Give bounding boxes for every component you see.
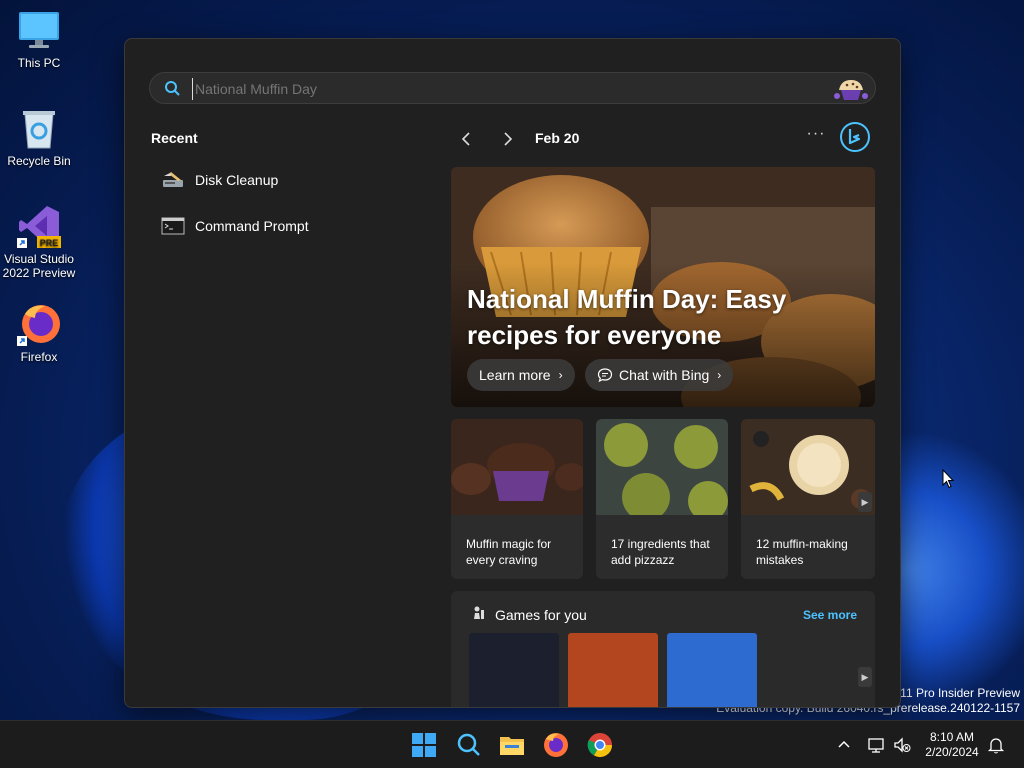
search-icon: [164, 80, 180, 96]
news-card[interactable]: 12 muffin-making mistakes: [741, 419, 875, 579]
see-more-link[interactable]: See more: [803, 608, 857, 622]
search-icon: [457, 733, 480, 756]
game-tile[interactable]: [667, 633, 757, 707]
previous-day-button[interactable]: [455, 127, 479, 151]
desktop-icon-visual-studio[interactable]: PRE Visual Studio 2022 Preview: [0, 204, 78, 280]
file-explorer-button[interactable]: [498, 731, 526, 759]
folder-icon: [500, 737, 524, 755]
search-taskbar-button[interactable]: [454, 731, 482, 759]
pistachio-muffins-image: [596, 419, 728, 521]
recent-item-label: Command Prompt: [195, 218, 309, 234]
recent-heading: Recent: [151, 130, 198, 146]
desktop-icon-label: Visual Studio 2022 Preview: [2, 252, 76, 280]
recycle-bin-icon: [17, 106, 61, 150]
taskbar: 8:10 AM 2/20/2024: [0, 720, 1024, 768]
desktop-icon-recycle-bin[interactable]: Recycle Bin: [0, 106, 78, 168]
chat-with-bing-button[interactable]: Chat with Bing ›: [585, 359, 734, 391]
news-card-text: 17 ingredients that add pizzazz: [611, 537, 710, 567]
bing-chat-button[interactable]: [839, 121, 871, 153]
game-tile[interactable]: [469, 633, 559, 707]
start-button[interactable]: [410, 731, 438, 759]
news-card[interactable]: Muffin magic for every craving: [451, 419, 583, 579]
desktop-icon-firefox[interactable]: Firefox: [0, 302, 78, 364]
cards-scroll-right-button[interactable]: ▶: [858, 492, 872, 512]
next-day-button[interactable]: [495, 127, 519, 151]
firefox-icon: [17, 302, 61, 346]
feed-date: Feb 20: [535, 130, 580, 146]
chrome-taskbar-button[interactable]: [586, 731, 614, 759]
command-prompt-icon: [161, 216, 185, 236]
chrome-icon: [587, 733, 612, 758]
bing-icon: [840, 122, 870, 152]
desktop-icon-label: This PC: [17, 56, 61, 70]
notifications-button[interactable]: [986, 735, 1006, 755]
chevron-up-icon: [838, 740, 850, 748]
svg-text:PRE: PRE: [40, 238, 59, 248]
disk-cleanup-icon: [161, 170, 185, 190]
search-box[interactable]: [149, 72, 876, 104]
network-button[interactable]: [866, 735, 886, 755]
mouse-cursor-icon: [942, 468, 955, 489]
visual-studio-icon: PRE: [17, 204, 61, 248]
games-section: Games for you See more: [451, 591, 875, 707]
chevron-right-icon: ›: [558, 368, 563, 382]
news-card-text: Muffin magic for every craving: [466, 537, 552, 567]
desktop-icon-label: Firefox: [20, 350, 58, 364]
muffin-doodle-icon[interactable]: [833, 76, 869, 102]
news-card-text: 12 muffin-making mistakes: [756, 537, 848, 567]
hero-card[interactable]: National Muffin Day: Easy recipes for ev…: [451, 167, 875, 407]
learn-more-label: Learn more: [479, 367, 551, 383]
show-hidden-icons-button[interactable]: [834, 735, 854, 755]
news-card[interactable]: 17 ingredients that add pizzazz: [596, 419, 728, 579]
chess-piece-icon: [471, 605, 487, 621]
network-icon: [868, 738, 884, 753]
monitor-icon: [17, 8, 61, 52]
system-clock[interactable]: 8:10 AM 2/20/2024: [920, 730, 984, 760]
volume-button[interactable]: [892, 735, 912, 755]
recent-item-label: Disk Cleanup: [195, 172, 279, 188]
recent-item-disk-cleanup[interactable]: Disk Cleanup: [151, 161, 421, 199]
firefox-icon: [544, 733, 568, 757]
games-title: Games for you: [495, 607, 587, 623]
chat-with-bing-label: Chat with Bing: [619, 367, 710, 383]
windows-logo-icon: [412, 733, 436, 757]
chevron-right-icon: [504, 132, 513, 146]
volume-muted-icon: [894, 737, 911, 753]
chevron-right-icon: ›: [717, 368, 722, 382]
hero-title: National Muffin Day: Easy recipes for ev…: [467, 284, 787, 350]
clock-time: 8:10 AM: [929, 730, 975, 744]
game-tile[interactable]: [568, 633, 658, 707]
chat-bubble-icon: [597, 367, 613, 383]
firefox-taskbar-button[interactable]: [542, 731, 570, 759]
search-flyout: Recent Disk Cleanup Command Prompt Feb 2…: [124, 38, 901, 708]
recent-item-command-prompt[interactable]: Command Prompt: [151, 207, 421, 245]
baking-ingredients-image: [741, 419, 875, 515]
games-scroll-right-button[interactable]: ▶: [858, 667, 872, 687]
chevron-left-icon: [461, 132, 470, 146]
more-options-button[interactable]: ···: [805, 125, 827, 147]
desktop-icon-this-pc[interactable]: This PC: [0, 8, 78, 70]
learn-more-button[interactable]: Learn more ›: [467, 359, 575, 391]
chocolate-muffin-image: [451, 419, 583, 515]
search-input[interactable]: [192, 78, 812, 100]
bell-icon: [987, 738, 1005, 754]
desktop-icon-label: Recycle Bin: [7, 154, 71, 168]
clock-date: 2/20/2024: [925, 745, 979, 759]
